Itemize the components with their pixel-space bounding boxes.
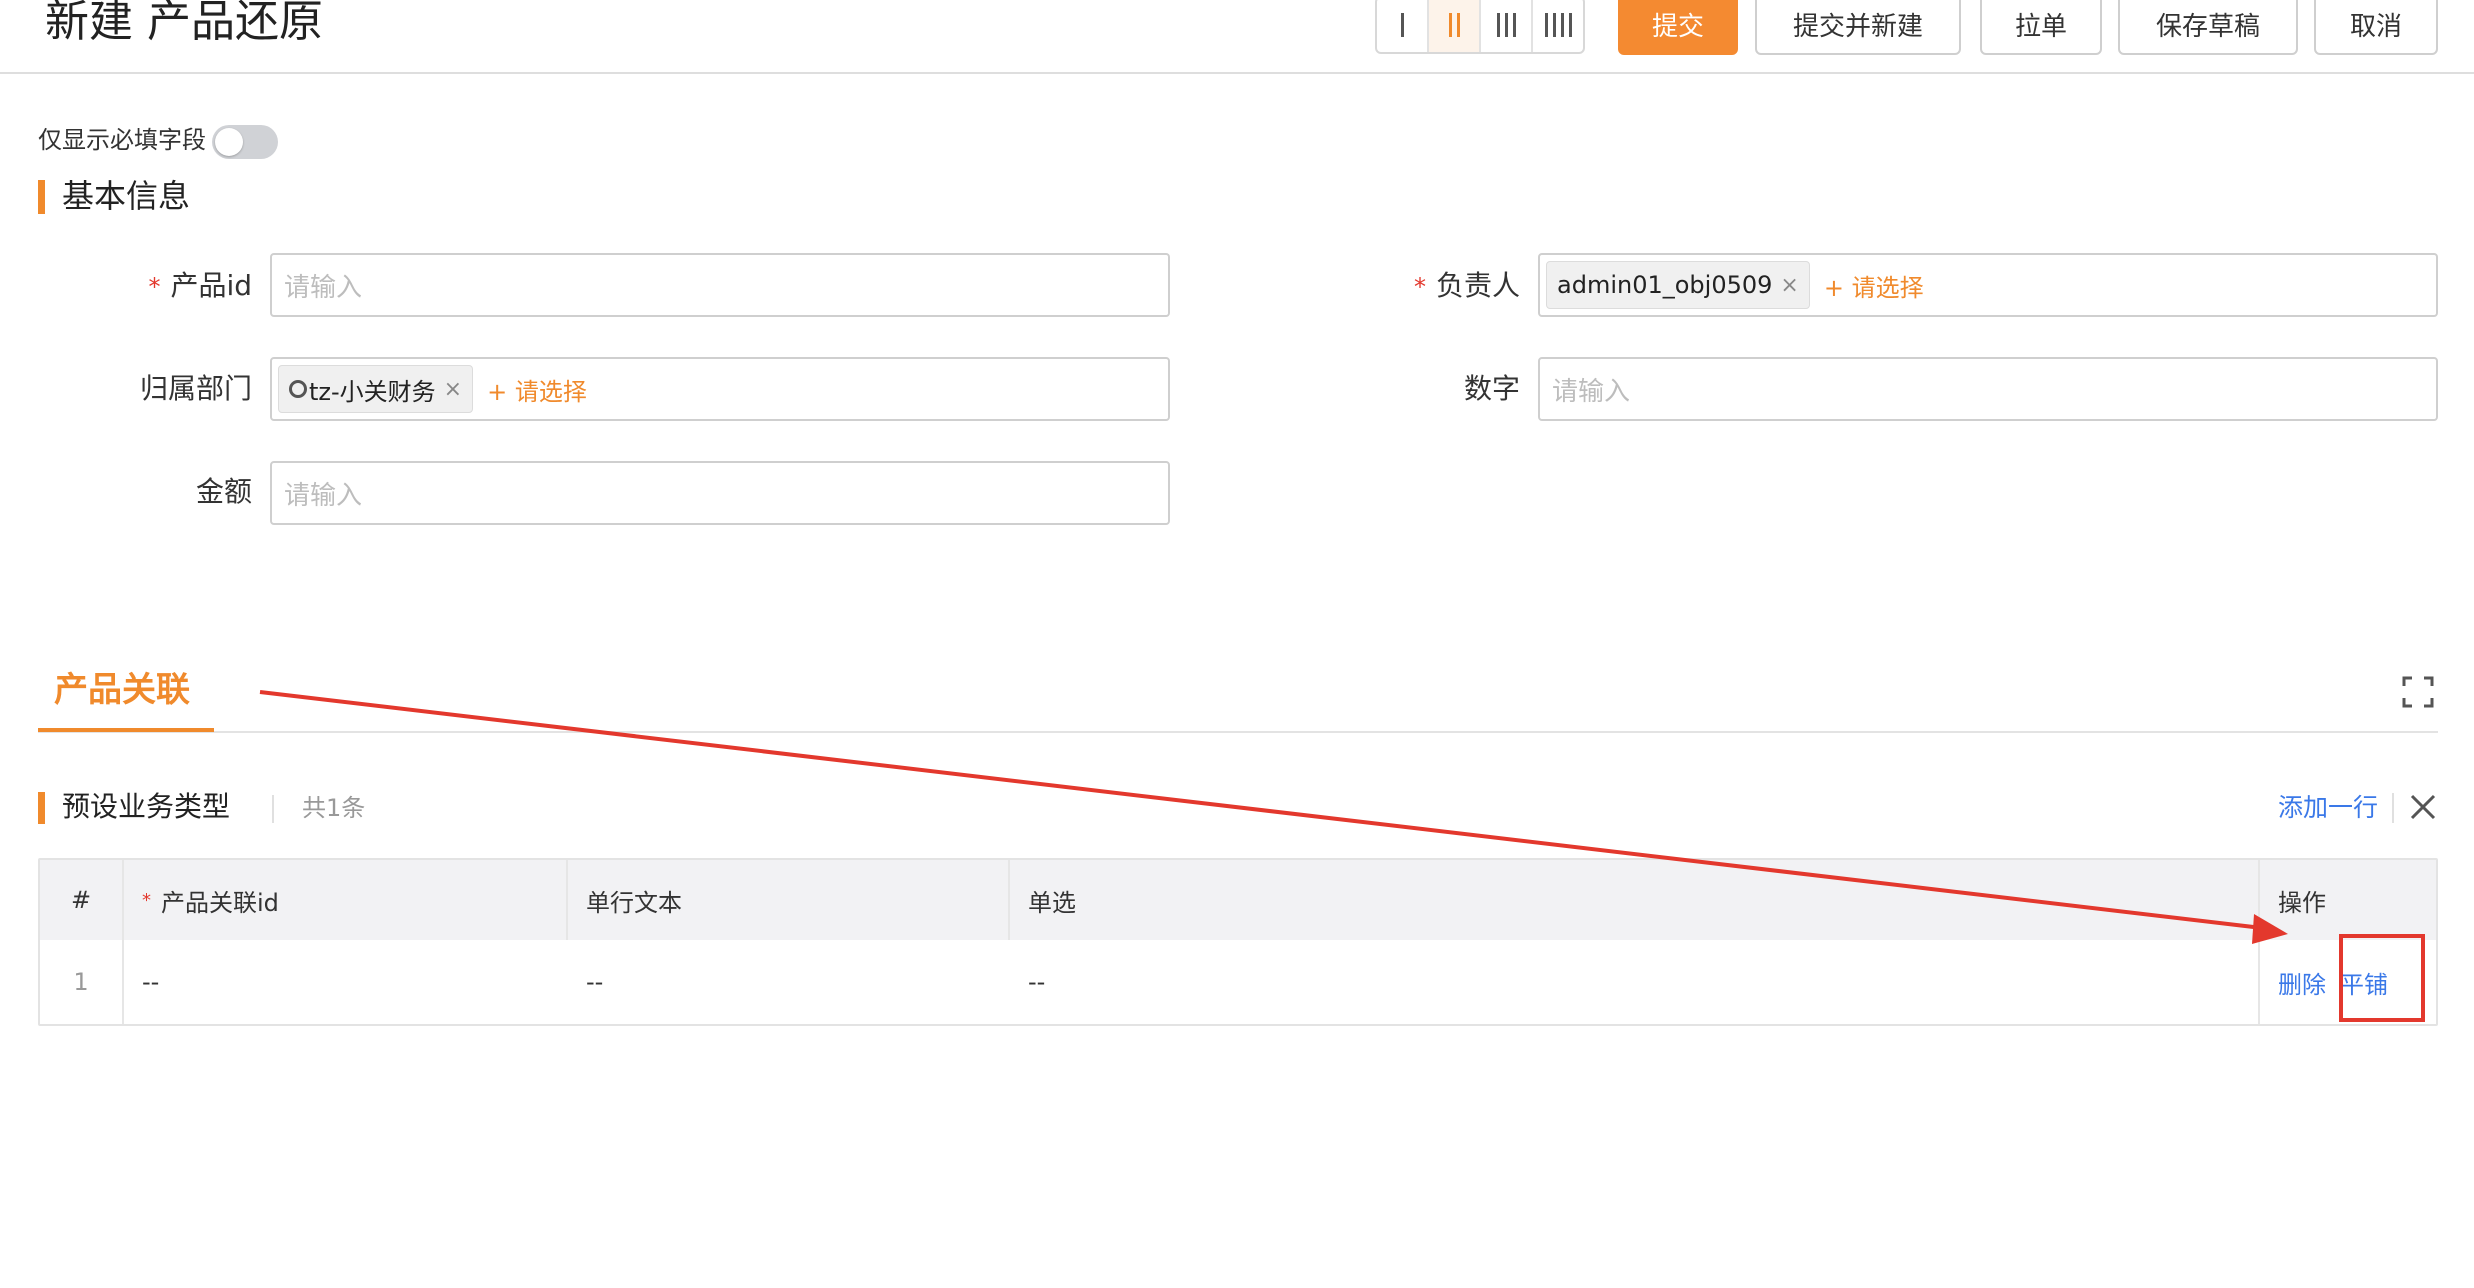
required-only-label: 仅显示必填字段 [38,126,206,154]
subsection-accent-bar [38,792,45,824]
product-id-label: * 产品id [100,266,252,307]
department-circle-icon [289,380,307,398]
amount-placeholder: 请输入 [284,480,363,511]
tab-divider [38,731,2438,733]
cell-product-related-id[interactable]: -- [124,940,564,1024]
number-field[interactable]: 请输入 [1538,357,2438,421]
bar-icon [1544,13,1548,37]
department-tag-text: tz-小关财务 [309,377,436,406]
cell-text[interactable]: -- [568,940,1008,1024]
bar-icon [1456,13,1460,37]
bar-icon [1560,13,1564,37]
department-label: 归属部门 [139,372,252,405]
header-divider [0,72,2474,74]
save-draft-button[interactable]: 保存草稿 [2118,0,2298,55]
bar-icon [1496,13,1500,37]
submit-and-new-button[interactable]: 提交并新建 [1755,0,1961,55]
subsection-divider [272,795,274,823]
fullscreen-icon[interactable] [2402,676,2434,708]
column-layout-switch [1375,0,1585,54]
subsection-title: 预设业务类型 [62,790,231,823]
amount-field[interactable]: 请输入 [270,461,1170,525]
product-id-label-text: 产品id [170,269,252,302]
layout-four-column-button[interactable] [1533,0,1583,52]
pull-order-button[interactable]: 拉单 [1980,0,2102,55]
cancel-button[interactable]: 取消 [2314,0,2438,55]
add-row-link[interactable]: 添加一行 [2278,789,2378,827]
owner-tag-text: admin01_obj0509 [1557,271,1773,299]
annotation-arrow [259,690,2288,944]
cell-single-select[interactable]: -- [1010,940,2240,1024]
product-id-field[interactable]: 请输入 [270,253,1170,317]
number-label: 数字 [1463,372,1520,405]
toggle-knob [215,128,243,156]
required-star: * [142,889,151,911]
column-header-product-related-id: * 产品关联id [124,860,564,940]
required-star: * [148,273,161,301]
table-row: 1 -- -- -- 删除 平铺 [40,940,2436,1024]
bar-icon [1400,13,1404,37]
bar-icon [1448,13,1452,37]
record-count: 共1条 [302,794,366,822]
submit-button[interactable]: 提交 [1618,0,1738,55]
required-only-toggle[interactable] [212,125,278,159]
tab-product-related[interactable]: 产品关联 [54,666,190,714]
remove-tag-icon[interactable]: × [1780,273,1798,298]
section-accent-bar [38,180,45,214]
owner-label-text: 负责人 [1435,269,1520,302]
required-star: * [1413,273,1426,301]
owner-select-link[interactable]: + 请选择 [1824,268,1924,303]
page-title: 新建 产品还原 [45,0,323,47]
bar-icon [1568,13,1572,37]
related-table: # * 产品关联id 单行文本 单选 操作 1 -- -- -- 删除 平铺 [38,858,2438,1026]
layout-three-column-button[interactable] [1481,0,1533,52]
annotation-highlight-box [2339,934,2425,1022]
layout-one-column-button[interactable] [1377,0,1429,52]
product-id-placeholder: 请输入 [284,272,363,303]
owner-field[interactable]: admin01_obj0509 × + 请选择 [1538,253,2438,317]
department-select-link[interactable]: + 请选择 [487,372,587,407]
column-header-text: 单行文本 [586,888,682,917]
bar-icon [1504,13,1508,37]
column-header-single-select: 单选 [1028,888,1076,917]
tab-active-underline [38,728,214,732]
owner-label: * 负责人 [1390,266,1520,307]
column-header-index: # [70,886,92,914]
bar-icon [1552,13,1556,37]
table-header-row: # * 产品关联id 单行文本 单选 操作 [40,860,2436,940]
remove-tag-icon[interactable]: × [444,377,462,402]
action-divider [2392,793,2394,823]
layout-two-column-button[interactable] [1429,0,1481,52]
department-tag: tz-小关财务 × [278,365,474,413]
delete-row-link[interactable]: 删除 [2278,965,2326,1000]
close-icon[interactable] [2408,792,2438,822]
number-placeholder: 请输入 [1552,376,1631,407]
row-index: 1 [73,968,89,996]
column-header-product-related-id-text: 产品关联id [161,888,279,917]
owner-tag: admin01_obj0509 × [1546,261,1810,309]
department-field[interactable]: tz-小关财务 × + 请选择 [270,357,1170,421]
bar-icon [1512,13,1516,37]
amount-label: 金额 [195,475,252,508]
column-header-actions: 操作 [2278,888,2326,917]
section-title-basic-info: 基本信息 [62,177,191,215]
